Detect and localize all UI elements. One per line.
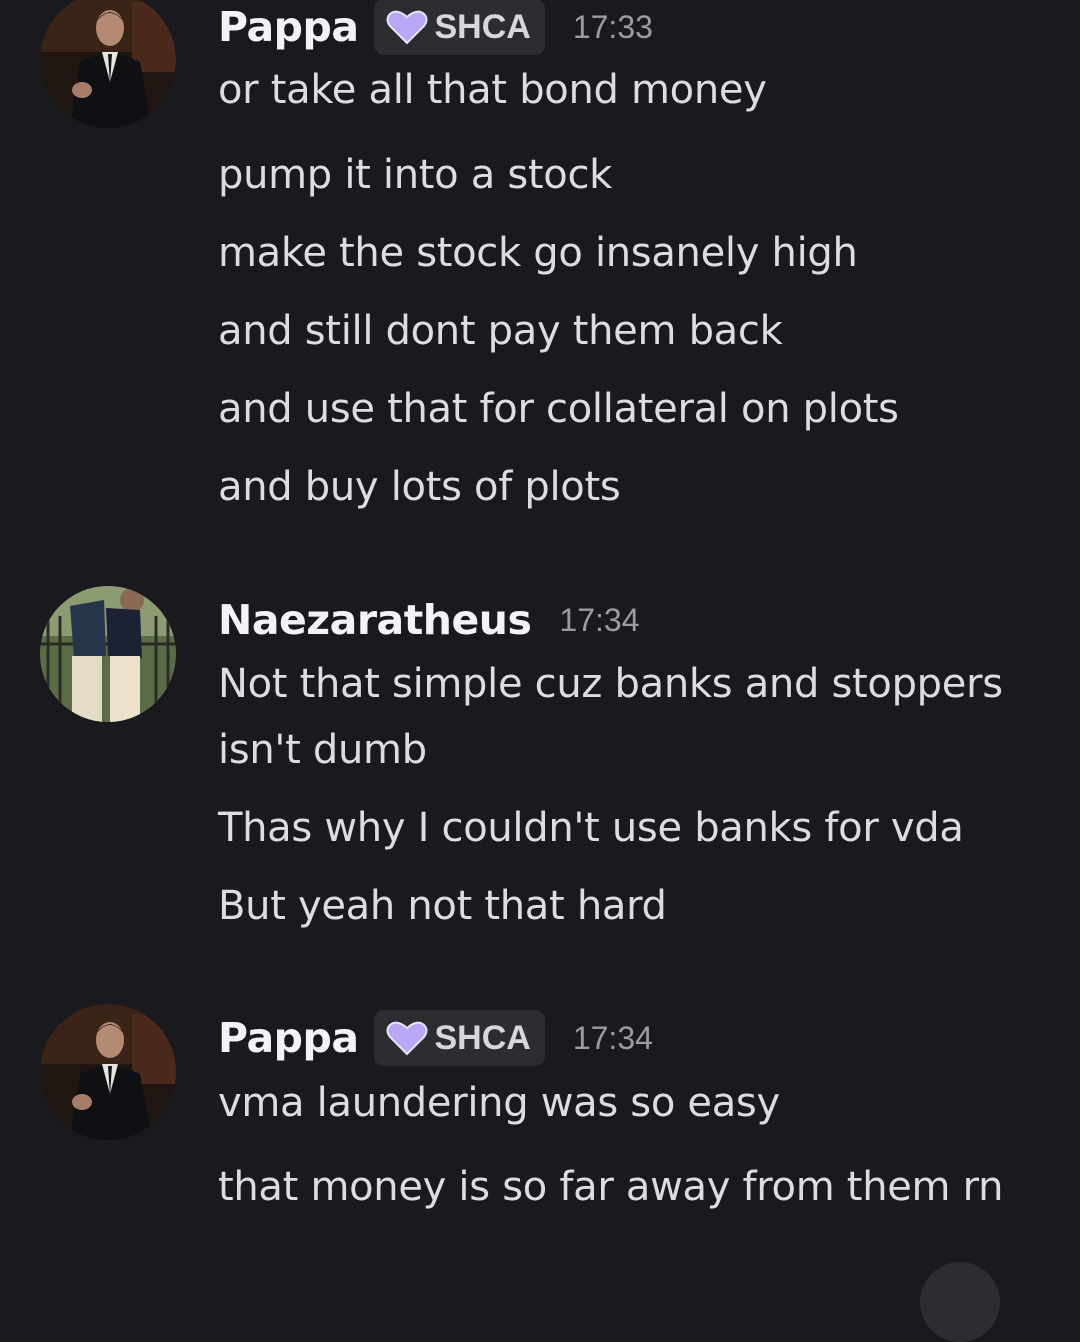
message-text: and use that for collateral on plots (218, 386, 899, 432)
heart-icon (386, 1021, 428, 1056)
message-text: pump it into a stock (218, 152, 613, 198)
heart-icon (386, 10, 428, 45)
timestamp: 17:34 (572, 1019, 653, 1056)
message-header: Pappa SHCA 17:34 (218, 1009, 653, 1067)
avatar[interactable] (40, 0, 176, 128)
username[interactable]: Pappa (218, 1014, 359, 1062)
message-text: But yeah not that hard (218, 883, 667, 929)
message-header: Naezaratheus 17:34 (218, 591, 639, 649)
tag-label: SHCA (434, 1018, 531, 1057)
message-text: Thas why I couldn't use banks for vda (218, 805, 964, 851)
message-text: make the stock go insanely high (218, 230, 858, 276)
message-text: that money is so far away from them rn (218, 1164, 1004, 1210)
scroll-button[interactable] (920, 1262, 1000, 1342)
message-header: Pappa SHCA 17:33 (218, 0, 653, 56)
server-tag[interactable]: SHCA (374, 1010, 545, 1066)
username[interactable]: Pappa (218, 3, 359, 51)
chat-message-list: Pappa SHCA 17:33 or take all that bond m… (0, 0, 1080, 1342)
server-tag[interactable]: SHCA (374, 0, 545, 55)
username[interactable]: Naezaratheus (218, 596, 532, 644)
message-text: Not that simple cuz banks and stoppers (218, 661, 1003, 707)
message-text: or take all that bond money (218, 67, 767, 113)
message-text: and still dont pay them back (218, 308, 783, 354)
message-text: vma laundering was so easy (218, 1080, 780, 1126)
timestamp: 17:34 (559, 601, 640, 638)
message-text: isn't dumb (218, 727, 427, 773)
tag-label: SHCA (434, 7, 531, 46)
avatar[interactable] (40, 586, 176, 722)
message-text: and buy lots of plots (218, 464, 621, 510)
avatar[interactable] (40, 1004, 176, 1140)
timestamp: 17:33 (572, 8, 653, 45)
